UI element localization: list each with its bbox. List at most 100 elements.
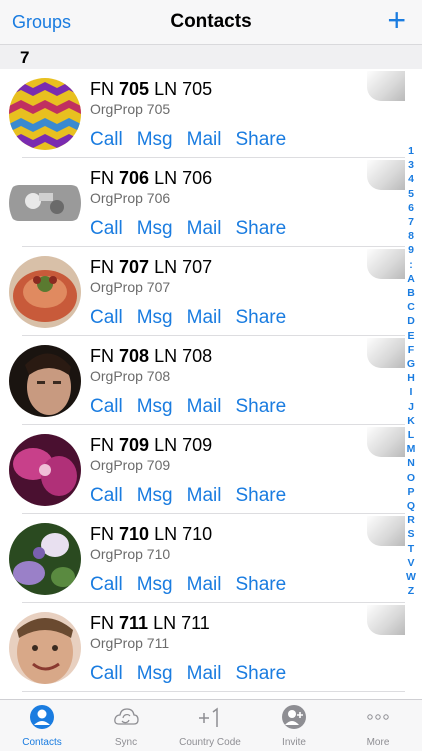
- page-curl-icon[interactable]: [367, 427, 405, 457]
- plus-icon[interactable]: +: [387, 4, 406, 36]
- share-button[interactable]: Share: [235, 574, 286, 595]
- index-item[interactable]: 6: [404, 201, 418, 215]
- invite-person-icon: [282, 705, 306, 729]
- contact-row[interactable]: FN 709 LN 709 OrgProp 709 Call Msg Mail Sha…: [0, 425, 405, 514]
- share-button[interactable]: Share: [235, 129, 286, 150]
- call-button[interactable]: Call: [90, 574, 123, 595]
- page-curl-icon[interactable]: [367, 71, 405, 101]
- contact-row[interactable]: FN 708 LN 708 OrgProp 708 Call Msg Mail Sha…: [0, 336, 405, 425]
- index-item[interactable]: 3: [404, 158, 418, 172]
- contact-org: OrgProp 710: [90, 546, 171, 562]
- contact-org: OrgProp 709: [90, 457, 171, 473]
- call-button[interactable]: Call: [90, 663, 123, 684]
- mail-button[interactable]: Mail: [187, 129, 222, 150]
- share-button[interactable]: Share: [235, 396, 286, 417]
- call-button[interactable]: Call: [90, 218, 123, 239]
- mail-button[interactable]: Mail: [187, 663, 222, 684]
- contact-row[interactable]: FN 711 LN 711 OrgProp 711 Call Msg Mail Sha…: [0, 603, 405, 692]
- index-item[interactable]: R: [404, 513, 418, 527]
- avatar: [9, 78, 81, 150]
- page-curl-icon[interactable]: [367, 249, 405, 279]
- share-button[interactable]: Share: [235, 218, 286, 239]
- mail-button[interactable]: Mail: [187, 307, 222, 328]
- index-item[interactable]: J: [404, 400, 418, 414]
- contact-name: FN 709 LN 709: [90, 435, 213, 455]
- share-button[interactable]: Share: [235, 485, 286, 506]
- avatar: [9, 434, 81, 506]
- tab-contacts[interactable]: Contacts: [0, 700, 84, 751]
- cloud-sync-icon: [114, 708, 139, 725]
- msg-button[interactable]: Msg: [137, 129, 173, 150]
- index-item[interactable]: H: [404, 371, 418, 385]
- section-index[interactable]: 1 3 4 5 6 7 8 9 : A B C D E F G H I J K …: [404, 144, 418, 599]
- page-curl-icon[interactable]: [367, 516, 405, 546]
- index-item[interactable]: Z: [404, 584, 418, 598]
- index-item[interactable]: 9: [404, 243, 418, 257]
- avatar: [9, 523, 81, 595]
- msg-button[interactable]: Msg: [137, 307, 173, 328]
- avatar: [9, 612, 81, 684]
- index-item[interactable]: T: [404, 542, 418, 556]
- mail-button[interactable]: Mail: [187, 485, 222, 506]
- mail-button[interactable]: Mail: [187, 396, 222, 417]
- index-item[interactable]: E: [404, 329, 418, 343]
- contact-org: OrgProp 707: [90, 279, 171, 295]
- call-button[interactable]: Call: [90, 307, 123, 328]
- index-item[interactable]: O: [404, 471, 418, 485]
- index-item[interactable]: F: [404, 343, 418, 357]
- contact-row[interactable]: FN 710 LN 710 OrgProp 710 Call Msg Mail Sha…: [0, 514, 405, 603]
- index-item[interactable]: C: [404, 300, 418, 314]
- index-item[interactable]: :: [404, 258, 418, 272]
- index-item[interactable]: 8: [404, 229, 418, 243]
- index-item[interactable]: W: [404, 570, 418, 584]
- call-button[interactable]: Call: [90, 485, 123, 506]
- tab-label: Sync: [114, 737, 138, 748]
- msg-button[interactable]: Msg: [137, 396, 173, 417]
- index-item[interactable]: N: [404, 456, 418, 470]
- index-item[interactable]: 5: [404, 187, 418, 201]
- section-header: 7: [0, 45, 422, 69]
- index-item[interactable]: G: [404, 357, 418, 371]
- tab-invite[interactable]: Invite: [252, 700, 336, 751]
- index-item[interactable]: D: [404, 314, 418, 328]
- contact-row[interactable]: FN 706 LN 706 OrgProp 706 Call Msg Mail Sha…: [0, 158, 405, 247]
- msg-button[interactable]: Msg: [137, 574, 173, 595]
- index-item[interactable]: M: [404, 442, 418, 456]
- person-icon: [30, 705, 54, 729]
- contact-row[interactable]: FN 705 LN 705 OrgProp 705 Call Msg Mail Sha…: [0, 69, 405, 158]
- index-item[interactable]: 4: [404, 172, 418, 186]
- contact-name: FN 710 LN 710: [90, 524, 213, 544]
- tab-more[interactable]: More: [336, 700, 420, 751]
- contact-row[interactable]: FN 707 LN 707 OrgProp 707 Call Msg Mail Sha…: [0, 247, 405, 336]
- contact-name: FN 705 LN 705: [90, 79, 213, 99]
- page-curl-icon[interactable]: [367, 605, 405, 635]
- index-item[interactable]: 1: [404, 144, 418, 158]
- call-button[interactable]: Call: [90, 129, 123, 150]
- avatar: [9, 345, 81, 417]
- tab-country-code[interactable]: Country Code: [168, 700, 252, 751]
- index-item[interactable]: L: [404, 428, 418, 442]
- index-item[interactable]: S: [404, 527, 418, 541]
- index-item[interactable]: K: [404, 414, 418, 428]
- share-button[interactable]: Share: [235, 663, 286, 684]
- index-item[interactable]: P: [404, 485, 418, 499]
- msg-button[interactable]: Msg: [137, 663, 173, 684]
- share-button[interactable]: Share: [235, 307, 286, 328]
- index-item[interactable]: I: [404, 385, 418, 399]
- contact-name: FN 711 LN 711: [90, 613, 210, 633]
- mail-button[interactable]: Mail: [187, 574, 222, 595]
- index-item[interactable]: 7: [404, 215, 418, 229]
- msg-button[interactable]: Msg: [137, 218, 173, 239]
- mail-button[interactable]: Mail: [187, 218, 222, 239]
- index-item[interactable]: A: [404, 272, 418, 286]
- msg-button[interactable]: Msg: [137, 485, 173, 506]
- index-item[interactable]: Q: [404, 499, 418, 513]
- tab-label: Contacts: [22, 737, 62, 748]
- call-button[interactable]: Call: [90, 396, 123, 417]
- tab-sync[interactable]: Sync: [84, 700, 168, 751]
- plus-one-icon: [199, 707, 218, 727]
- index-item[interactable]: B: [404, 286, 418, 300]
- index-item[interactable]: V: [404, 556, 418, 570]
- page-curl-icon[interactable]: [367, 338, 405, 368]
- page-curl-icon[interactable]: [367, 160, 405, 190]
